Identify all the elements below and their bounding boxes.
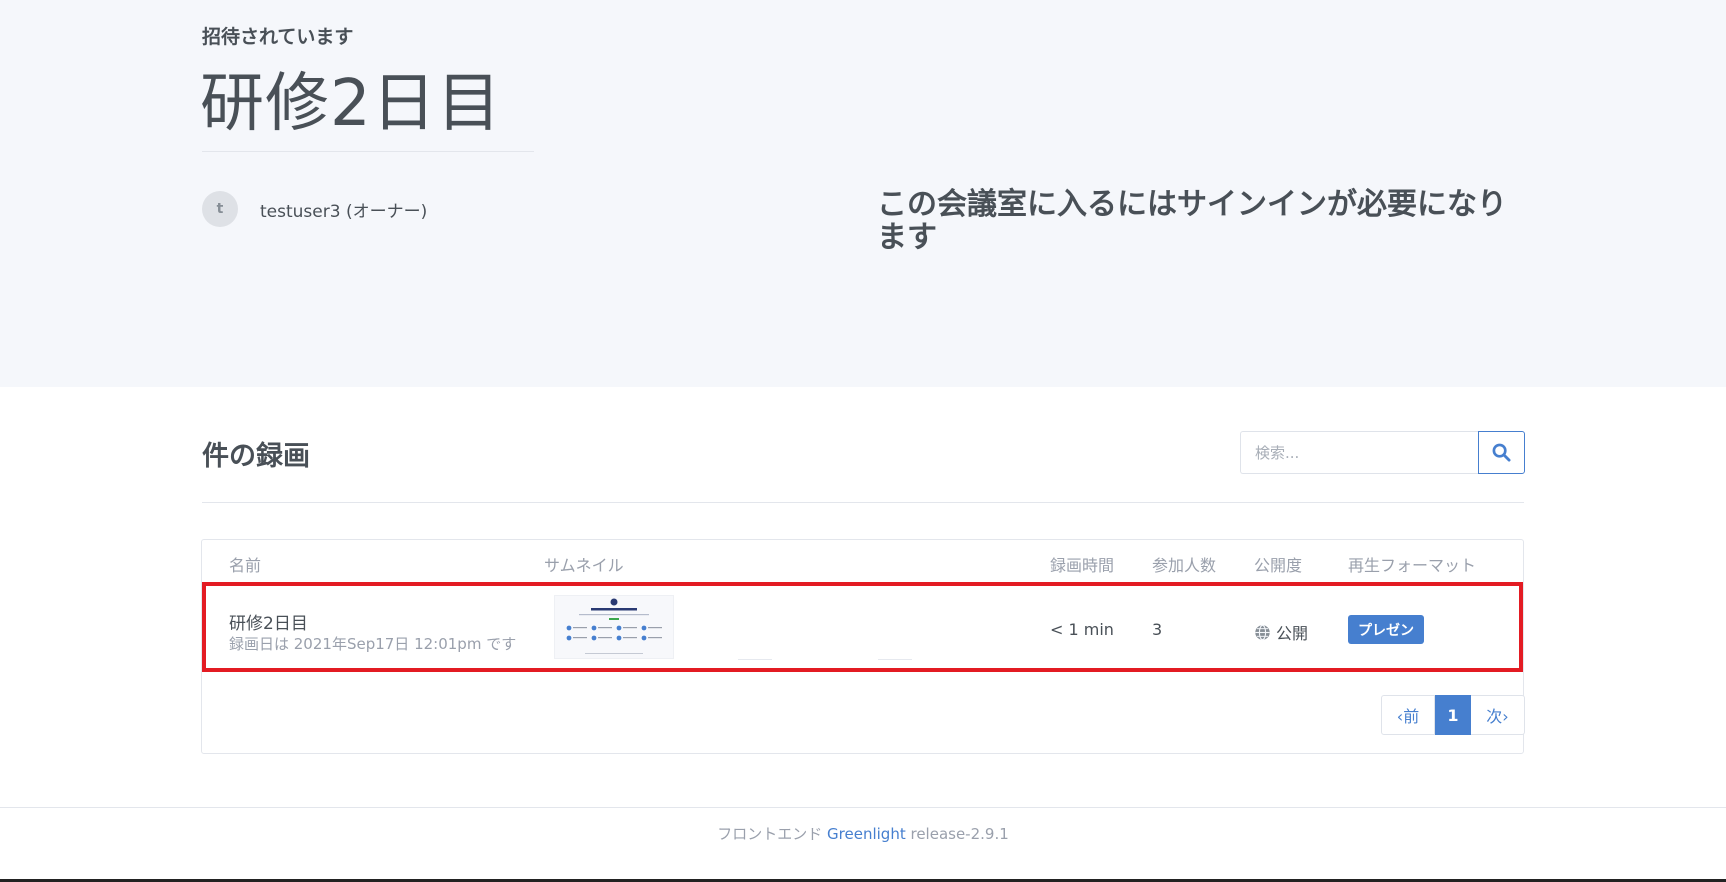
search-input[interactable] (1240, 431, 1478, 474)
room-header: 招待されています 研修2日目 t testuser3 (オーナー) この会議室に… (0, 0, 1726, 387)
column-header-length[interactable]: 録画時間 (1050, 552, 1114, 576)
recording-search (1240, 431, 1525, 474)
footer-prefix: フロントエンド (717, 825, 823, 843)
thumbnail-preview-image (555, 596, 673, 658)
room-title: 研修2日目 (200, 67, 502, 141)
section-divider (202, 502, 1524, 503)
pagination-next[interactable]: 次› (1471, 695, 1525, 735)
column-header-format: 再生フォーマット (1348, 556, 1477, 575)
pagination-current-page[interactable]: 1 (1435, 695, 1471, 735)
globe-icon (1255, 624, 1270, 640)
recording-name[interactable]: 研修2日目 (229, 609, 308, 634)
search-button[interactable] (1478, 431, 1525, 474)
visibility-label: 公開 (1276, 624, 1309, 643)
format-presentation-button[interactable]: プレゼン (1348, 615, 1424, 644)
column-header-name[interactable]: 名前 (229, 552, 261, 576)
visibility-dropdown[interactable]: 公開 (1254, 620, 1308, 644)
invited-label: 招待されています (202, 26, 354, 48)
pagination-prev[interactable]: ‹前 (1381, 695, 1435, 735)
recording-date: 録画日は 2021年Sep17日 12:01pm です (229, 635, 517, 653)
avatar: t (202, 191, 238, 227)
recording-thumbnail[interactable] (554, 595, 674, 659)
thumbnail-divider (878, 659, 912, 660)
title-divider (202, 151, 534, 152)
column-header-visibility: 公開度 (1254, 556, 1303, 575)
pagination: ‹前 1 次› (1381, 695, 1525, 735)
thumbnail-divider (738, 659, 772, 660)
footer-divider (0, 807, 1726, 808)
greenlight-link[interactable]: Greenlight (827, 825, 906, 843)
search-icon (1492, 443, 1511, 462)
recording-length: < 1 min (1050, 620, 1114, 639)
recordings-table: 名前 サムネイル 録画時間 参加人数 公開度 再生フォーマット 研修2日目 録画… (201, 539, 1525, 754)
owner-info: t testuser3 (オーナー) (202, 191, 427, 227)
recordings-title: 件の録画 (202, 441, 310, 472)
signin-required-message: この会議室に入るにはサインインが必要になります (877, 187, 1507, 255)
footer: フロントエンド Greenlight release-2.9.1 (0, 823, 1726, 844)
owner-name: testuser3 (オーナー) (260, 201, 428, 222)
footer-version: release-2.9.1 (910, 825, 1009, 843)
recording-participants: 3 (1152, 620, 1163, 639)
table-row[interactable] (202, 582, 1523, 672)
column-header-thumbnail: サムネイル (544, 556, 624, 575)
column-header-participants[interactable]: 参加人数 (1152, 552, 1216, 576)
